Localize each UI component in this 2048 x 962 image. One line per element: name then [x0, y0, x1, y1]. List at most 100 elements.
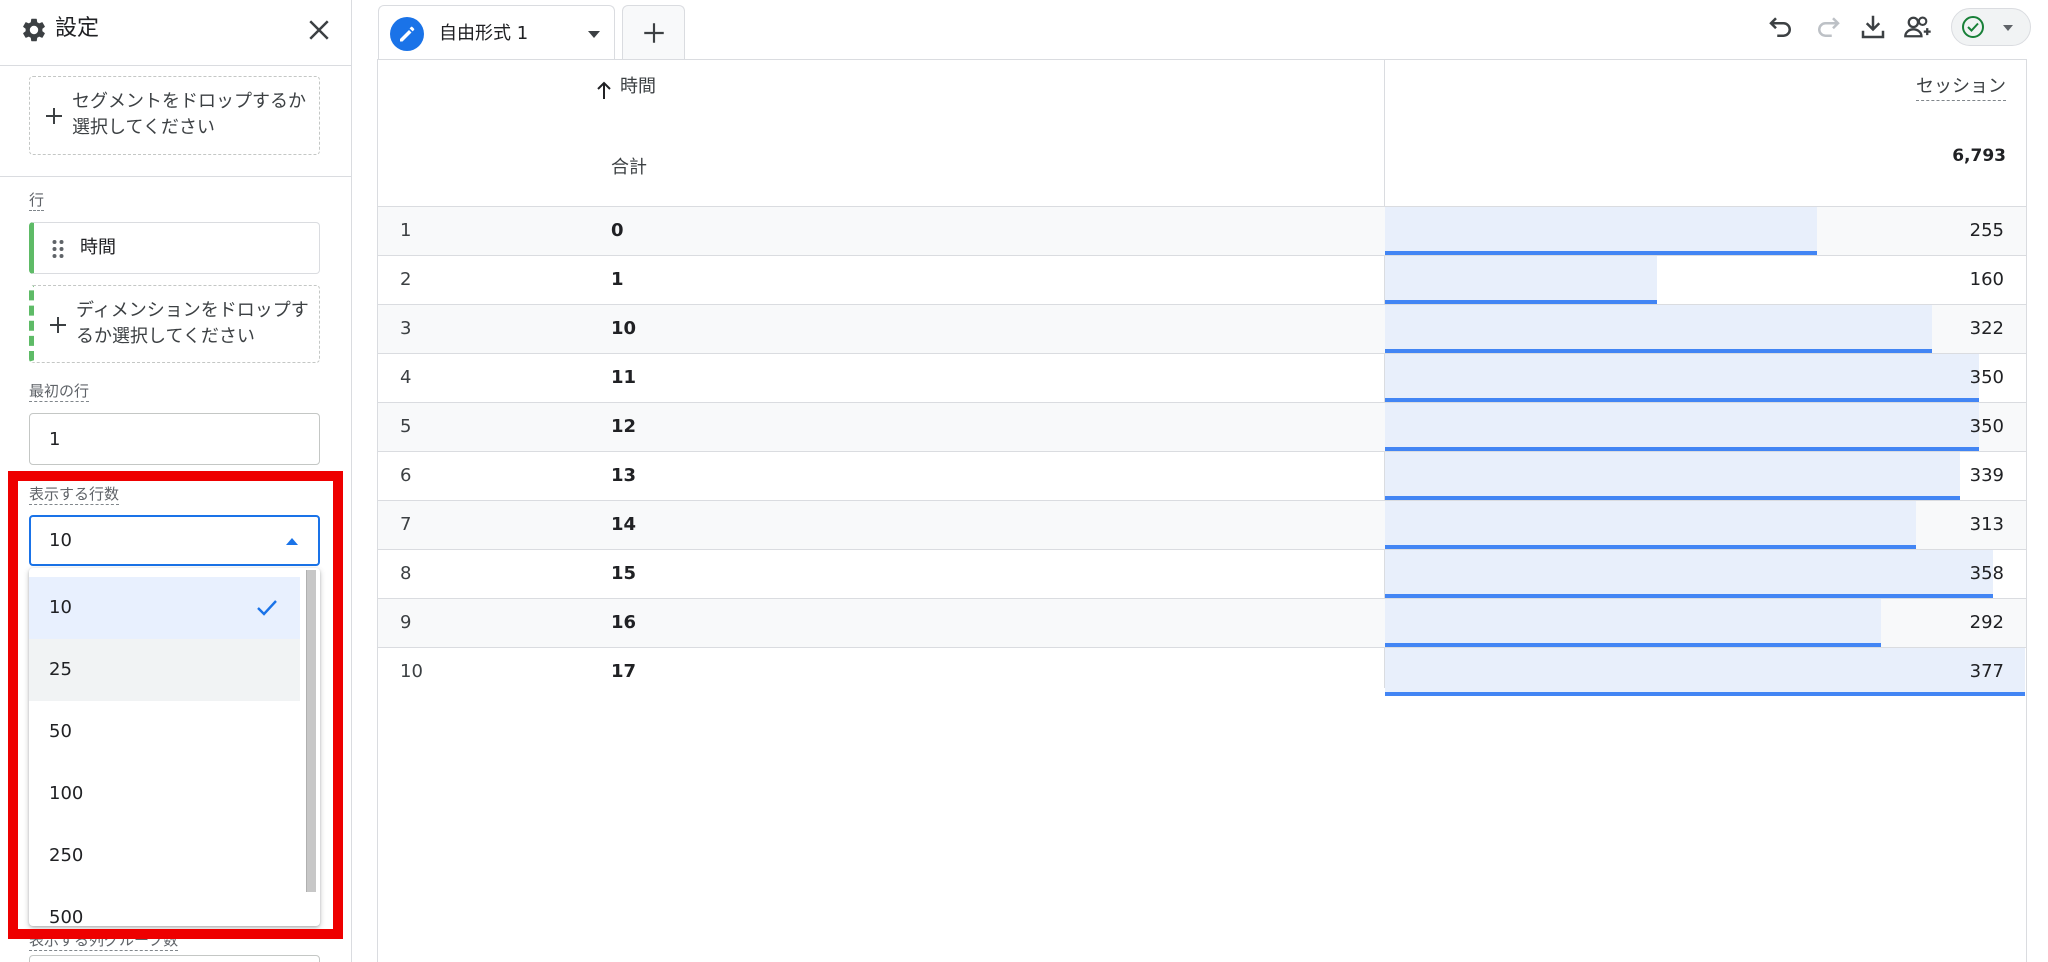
column-header-sessions[interactable]: セッション	[1916, 74, 2006, 101]
sessions-bar	[1385, 354, 1979, 402]
settings-title: 設定	[55, 16, 100, 41]
row-sessions: 160	[1969, 269, 2004, 290]
table-row[interactable]: 7 14 313	[378, 500, 2026, 549]
option-250[interactable]: 250	[29, 825, 300, 887]
total-value: 6,793	[1952, 146, 2006, 166]
close-icon[interactable]	[304, 15, 334, 45]
drag-handle-icon[interactable]	[51, 239, 65, 259]
row-hour: 10	[611, 318, 637, 339]
first-row-label: 最初の行	[29, 382, 90, 402]
pencil-icon	[390, 17, 424, 51]
table-row[interactable]: 1 0 255	[378, 206, 2026, 255]
download-icon[interactable]	[1858, 12, 1888, 42]
sessions-bar	[1385, 550, 1993, 598]
first-row-value: 1	[49, 429, 61, 450]
row-hour: 16	[611, 612, 637, 633]
row-hour: 17	[611, 661, 637, 682]
undo-icon[interactable]	[1766, 12, 1796, 42]
sessions-bar	[1385, 305, 1932, 353]
option-10[interactable]: 10	[29, 577, 300, 639]
option-500[interactable]: 500	[29, 887, 300, 926]
row-hour: 1	[611, 269, 624, 290]
table-row[interactable]: 8 15 358	[378, 549, 2026, 598]
row-index: 9	[400, 612, 412, 633]
sort-arrow-up-icon[interactable]	[596, 80, 612, 100]
row-hour: 0	[611, 220, 624, 241]
rows-shown-label: 表示する行数	[29, 485, 120, 505]
table-row[interactable]: 2 1 160	[378, 255, 2026, 304]
sessions-bar	[1385, 648, 2025, 696]
table-row[interactable]: 3 10 322	[378, 304, 2026, 353]
row-index: 3	[400, 318, 412, 339]
row-index: 1	[400, 220, 412, 241]
column-header-time[interactable]: 時間	[620, 74, 656, 100]
dimension-dropzone-text: ディメンションをドロップするか選択してください	[76, 300, 309, 347]
rows-shown-dropdown: 10 25 50 100 250 500	[29, 568, 320, 926]
plus-icon	[50, 317, 66, 333]
sessions-bar	[1385, 452, 1960, 500]
sessions-bar	[1385, 403, 1979, 451]
dimension-dropzone[interactable]: ディメンションをドロップするか選択してください	[29, 285, 320, 363]
sessions-bar	[1385, 256, 1657, 304]
row-sessions: 339	[1969, 465, 2004, 486]
row-index: 7	[400, 514, 412, 535]
option-100[interactable]: 100	[29, 763, 300, 825]
settings-panel: 設定 セグメントをドロップするか選択してください 行 時間 ディメンションをドロ…	[0, 0, 352, 962]
share-user-icon[interactable]	[1903, 12, 1933, 42]
rows-shown-value: 10	[49, 530, 72, 551]
row-sessions: 313	[1969, 514, 2004, 535]
add-tab-button[interactable]	[622, 5, 685, 59]
redo-icon[interactable]	[1813, 12, 1843, 42]
dropdown-scrollbar[interactable]	[306, 570, 316, 892]
row-hour: 13	[611, 465, 637, 486]
sessions-bar	[1385, 501, 1916, 549]
plus-icon	[644, 23, 664, 43]
caret-up-icon	[286, 538, 298, 545]
row-index: 8	[400, 563, 412, 584]
row-index: 2	[400, 269, 412, 290]
status-button[interactable]	[1951, 8, 2031, 46]
row-hour: 11	[611, 367, 637, 388]
row-index: 6	[400, 465, 412, 486]
option-50[interactable]: 50	[29, 701, 300, 763]
table-row[interactable]: 6 13 339	[378, 451, 2026, 500]
option-25[interactable]: 25	[29, 639, 300, 701]
table-row[interactable]: 9 16 292	[378, 598, 2026, 647]
segment-dropzone[interactable]: セグメントをドロップするか選択してください	[29, 76, 320, 155]
check-circle-icon	[1962, 16, 1984, 38]
table-row[interactable]: 5 12 350	[378, 402, 2026, 451]
row-chip-time[interactable]: 時間	[29, 222, 320, 274]
segment-dropzone-text: セグメントをドロップするか選択してください	[72, 91, 306, 138]
divider	[0, 176, 351, 177]
row-hour: 14	[611, 514, 637, 535]
row-sessions: 292	[1969, 612, 2004, 633]
caret-down-icon	[2003, 25, 2013, 31]
plus-icon	[46, 108, 62, 124]
row-index: 4	[400, 367, 412, 388]
row-sessions: 322	[1969, 318, 2004, 339]
row-index: 5	[400, 416, 412, 437]
row-sessions: 350	[1969, 416, 2004, 437]
settings-header: 設定	[0, 0, 351, 66]
row-sessions: 255	[1969, 220, 2004, 241]
check-icon	[257, 600, 277, 616]
row-chip-label: 時間	[80, 237, 116, 258]
sessions-bar	[1385, 599, 1881, 647]
rows-label: 行	[29, 191, 45, 211]
caret-down-icon[interactable]	[587, 30, 601, 39]
row-sessions: 350	[1969, 367, 2004, 388]
column-groups-input[interactable]	[29, 955, 320, 962]
first-row-input[interactable]: 1	[29, 413, 320, 465]
row-hour: 12	[611, 416, 637, 437]
table-row[interactable]: 4 11 350	[378, 353, 2026, 402]
tab-freeform-1[interactable]: 自由形式 1	[378, 5, 615, 59]
row-hour: 15	[611, 563, 637, 584]
rows-shown-select[interactable]: 10	[29, 515, 320, 566]
gear-icon	[23, 18, 45, 42]
tab-label: 自由形式 1	[439, 23, 529, 44]
sessions-bar	[1385, 207, 1817, 255]
row-sessions: 358	[1969, 563, 2004, 584]
total-label: 合計	[611, 157, 647, 178]
row-sessions: 377	[1969, 661, 2004, 682]
table-row[interactable]: 10 17 377	[378, 647, 2026, 696]
